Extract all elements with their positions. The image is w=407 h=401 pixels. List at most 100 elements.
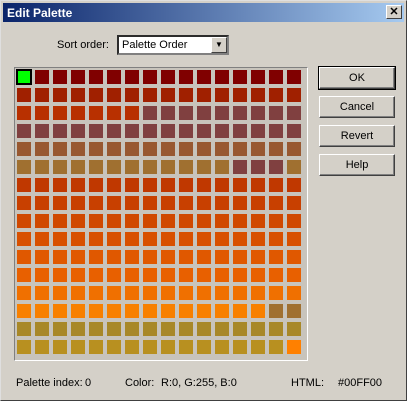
palette-swatch[interactable] xyxy=(287,124,301,138)
palette-swatch[interactable] xyxy=(71,142,85,156)
palette-swatch[interactable] xyxy=(215,268,229,282)
palette-swatch[interactable] xyxy=(107,70,121,84)
palette-swatch[interactable] xyxy=(179,196,193,210)
palette-swatch[interactable] xyxy=(215,286,229,300)
palette-swatch[interactable] xyxy=(71,214,85,228)
palette-swatch[interactable] xyxy=(71,340,85,354)
palette-swatch[interactable] xyxy=(143,232,157,246)
palette-swatch[interactable] xyxy=(179,340,193,354)
palette-swatch[interactable] xyxy=(287,88,301,102)
palette-swatch[interactable] xyxy=(53,322,67,336)
palette-swatch[interactable] xyxy=(53,106,67,120)
palette-swatch[interactable] xyxy=(251,250,265,264)
palette-swatch[interactable] xyxy=(143,124,157,138)
palette-swatch[interactable] xyxy=(125,124,139,138)
palette-swatch[interactable] xyxy=(143,196,157,210)
palette-swatch[interactable] xyxy=(17,196,31,210)
palette-swatch[interactable] xyxy=(215,160,229,174)
palette-swatch[interactable] xyxy=(143,106,157,120)
palette-swatch[interactable] xyxy=(35,178,49,192)
palette-swatch[interactable] xyxy=(17,106,31,120)
palette-swatch[interactable] xyxy=(233,106,247,120)
palette-swatch[interactable] xyxy=(89,178,103,192)
palette-swatch[interactable] xyxy=(89,250,103,264)
palette-swatch[interactable] xyxy=(161,106,175,120)
palette-swatch[interactable] xyxy=(251,286,265,300)
palette-swatch[interactable] xyxy=(179,304,193,318)
palette-swatch[interactable] xyxy=(161,268,175,282)
palette-swatch[interactable] xyxy=(251,88,265,102)
palette-swatch[interactable] xyxy=(107,196,121,210)
palette-swatch[interactable] xyxy=(269,340,283,354)
palette-swatch[interactable] xyxy=(17,340,31,354)
palette-swatch[interactable] xyxy=(143,160,157,174)
palette-swatch[interactable] xyxy=(143,70,157,84)
palette-swatch[interactable] xyxy=(215,322,229,336)
palette-swatch[interactable] xyxy=(125,304,139,318)
palette-swatch[interactable] xyxy=(89,232,103,246)
palette-swatch[interactable] xyxy=(251,106,265,120)
palette-swatch[interactable] xyxy=(197,106,211,120)
palette-swatch[interactable] xyxy=(287,268,301,282)
palette-swatch[interactable] xyxy=(35,322,49,336)
palette-swatch[interactable] xyxy=(161,70,175,84)
palette-swatch[interactable] xyxy=(107,286,121,300)
palette-swatch[interactable] xyxy=(197,160,211,174)
palette-swatch[interactable] xyxy=(53,232,67,246)
close-icon[interactable]: ✕ xyxy=(386,5,402,19)
palette-swatch[interactable] xyxy=(71,124,85,138)
palette-swatch[interactable] xyxy=(197,124,211,138)
palette-swatch[interactable] xyxy=(197,70,211,84)
palette-swatch[interactable] xyxy=(179,106,193,120)
palette-swatch[interactable] xyxy=(89,286,103,300)
palette-swatch[interactable] xyxy=(125,178,139,192)
palette-swatch[interactable] xyxy=(107,142,121,156)
palette-swatch[interactable] xyxy=(287,142,301,156)
palette-swatch[interactable] xyxy=(251,124,265,138)
palette-swatch[interactable] xyxy=(215,142,229,156)
palette-swatch[interactable] xyxy=(233,142,247,156)
palette-swatch[interactable] xyxy=(89,142,103,156)
palette-swatch[interactable] xyxy=(35,286,49,300)
palette-swatch[interactable] xyxy=(215,340,229,354)
palette-swatch[interactable] xyxy=(53,304,67,318)
palette-swatch[interactable] xyxy=(107,106,121,120)
palette-swatch[interactable] xyxy=(197,250,211,264)
palette-swatch[interactable] xyxy=(197,196,211,210)
palette-swatch[interactable] xyxy=(89,124,103,138)
palette-swatch[interactable] xyxy=(233,160,247,174)
palette-swatch[interactable] xyxy=(71,106,85,120)
ok-button[interactable]: OK xyxy=(318,66,396,90)
palette-swatch[interactable] xyxy=(53,196,67,210)
palette-swatch[interactable] xyxy=(269,268,283,282)
palette-swatch[interactable] xyxy=(251,196,265,210)
palette-swatch[interactable] xyxy=(35,160,49,174)
palette-swatch[interactable] xyxy=(215,196,229,210)
palette-swatch[interactable] xyxy=(269,196,283,210)
palette-swatch[interactable] xyxy=(17,286,31,300)
palette-swatch[interactable] xyxy=(179,232,193,246)
palette-swatch[interactable] xyxy=(161,88,175,102)
palette-swatch[interactable] xyxy=(287,160,301,174)
palette-swatch[interactable] xyxy=(269,106,283,120)
palette-swatch[interactable] xyxy=(89,268,103,282)
palette-swatch[interactable] xyxy=(16,69,32,85)
palette-swatch[interactable] xyxy=(53,70,67,84)
palette-swatch[interactable] xyxy=(287,70,301,84)
palette-swatch[interactable] xyxy=(197,142,211,156)
palette-swatch[interactable] xyxy=(269,70,283,84)
palette-swatch[interactable] xyxy=(143,286,157,300)
palette-swatch[interactable] xyxy=(269,232,283,246)
palette-swatch[interactable] xyxy=(197,178,211,192)
palette-swatch[interactable] xyxy=(269,286,283,300)
palette-swatch[interactable] xyxy=(35,304,49,318)
palette-swatch[interactable] xyxy=(17,304,31,318)
palette-swatch[interactable] xyxy=(107,322,121,336)
palette-swatch[interactable] xyxy=(233,124,247,138)
palette-swatch[interactable] xyxy=(125,268,139,282)
palette-swatch[interactable] xyxy=(215,178,229,192)
palette-swatch[interactable] xyxy=(17,178,31,192)
palette-swatch[interactable] xyxy=(17,232,31,246)
palette-swatch[interactable] xyxy=(269,322,283,336)
palette-swatch[interactable] xyxy=(161,142,175,156)
